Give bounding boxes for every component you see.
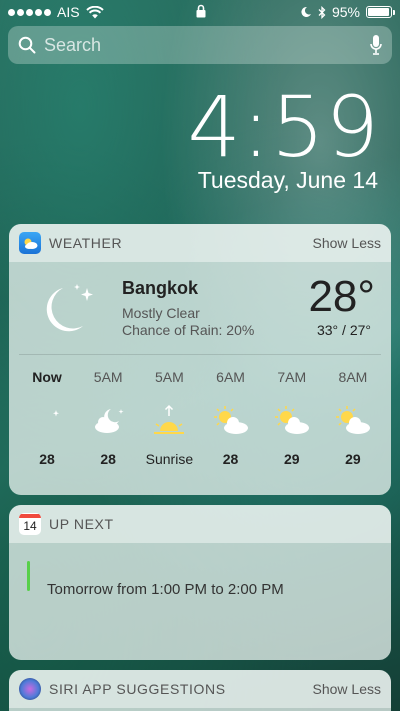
hourly-label: 8AM xyxy=(338,369,368,385)
weather-app-icon xyxy=(19,232,41,254)
siri-widget-header: SIRI APP SUGGESTIONS Show Less xyxy=(9,670,391,708)
calendar-event[interactable]: Tomorrow from 1:00 PM to 2:00 PM xyxy=(9,543,391,631)
status-bar-left: AIS xyxy=(8,4,104,20)
up-next-widget-title: UP NEXT xyxy=(49,516,114,532)
hourly-temp: 28 xyxy=(100,451,116,467)
microphone-icon[interactable] xyxy=(370,34,382,56)
wifi-icon xyxy=(85,5,104,18)
event-color-bar xyxy=(27,561,30,591)
moon-stars-icon xyxy=(46,284,93,332)
hourly-label: 7AM xyxy=(277,369,307,385)
lock-icon xyxy=(196,4,206,21)
calendar-app-icon: 14 xyxy=(19,513,41,535)
siri-suggestions-widget[interactable]: SIRI APP SUGGESTIONS Show Less xyxy=(9,670,391,711)
search-field[interactable]: Search xyxy=(8,26,392,64)
battery-icon xyxy=(366,6,395,18)
hourly-item: 6AM 28 xyxy=(201,369,261,467)
siri-widget-title: SIRI APP SUGGESTIONS xyxy=(49,681,226,697)
hourly-label: 5AM xyxy=(154,369,184,385)
weather-hourly-forecast: Now 28 5AM 28 5AM Sunrise 6AM 28 7AM 29 … xyxy=(9,355,391,467)
battery-percent: 95% xyxy=(331,4,360,20)
hourly-item: 5AM 28 xyxy=(78,369,138,467)
weather-rain-chance: Chance of Rain: 20% xyxy=(122,322,255,338)
hourly-label: 5AM xyxy=(93,369,123,385)
hourly-item: 8AM 29 xyxy=(323,369,383,467)
signal-strength-icon xyxy=(8,8,51,16)
hourly-temp: 28 xyxy=(222,451,239,467)
weather-condition: Mostly Clear xyxy=(122,305,200,321)
calendar-day: 14 xyxy=(23,519,37,533)
weather-city: Bangkok xyxy=(122,278,199,298)
sunrise-icon xyxy=(150,395,188,447)
hourly-label: Now xyxy=(32,369,62,385)
status-bar: AIS 95% xyxy=(0,0,400,24)
search-icon xyxy=(18,36,36,54)
weather-current-temp: 28° xyxy=(308,272,375,321)
siri-show-less-button[interactable]: Show Less xyxy=(313,681,381,697)
sun-cloud-icon xyxy=(272,395,312,447)
weather-show-less-button[interactable]: Show Less xyxy=(313,235,381,251)
moon-cloud-icon xyxy=(89,395,127,447)
hourly-temp: 29 xyxy=(283,451,300,467)
hourly-temp: 28 xyxy=(39,451,55,467)
weather-temp-range: 33° / 27° xyxy=(316,322,371,338)
carrier-name: AIS xyxy=(57,4,80,20)
hourly-item: 7AM 29 xyxy=(262,369,322,467)
do-not-disturb-icon xyxy=(301,6,311,17)
battery-level-fill xyxy=(368,8,389,16)
event-time: Tomorrow from 1:00 PM to 2:00 PM xyxy=(47,581,284,598)
hourly-temp: Sunrise xyxy=(145,451,194,467)
status-bar-right: 95% xyxy=(300,4,395,20)
up-next-widget-header: 14 UP NEXT xyxy=(9,505,391,543)
weather-widget-header: WEATHER Show Less xyxy=(9,224,391,262)
sun-cloud-icon xyxy=(333,395,373,447)
weather-widget[interactable]: WEATHER Show Less Bangkok Mostly Clear C… xyxy=(9,224,391,495)
lock-screen-time: 4:59 xyxy=(187,78,380,176)
up-next-widget[interactable]: 14 UP NEXT Tomorrow from 1:00 PM to 2:00… xyxy=(9,505,391,660)
weather-widget-title: WEATHER xyxy=(49,235,123,251)
hourly-item: Now 28 xyxy=(17,369,77,467)
sun-cloud-icon xyxy=(211,395,251,447)
weather-current: Bangkok Mostly Clear Chance of Rain: 20%… xyxy=(9,262,391,354)
hourly-item: 5AM Sunrise xyxy=(139,369,199,467)
hourly-temp: 29 xyxy=(345,451,361,467)
siri-icon xyxy=(19,678,41,700)
lock-screen-date: Tuesday, June 14 xyxy=(197,167,378,193)
bluetooth-icon xyxy=(318,5,326,19)
search-placeholder: Search xyxy=(44,34,102,55)
moon-icon xyxy=(30,395,64,447)
hourly-label: 6AM xyxy=(216,369,245,385)
